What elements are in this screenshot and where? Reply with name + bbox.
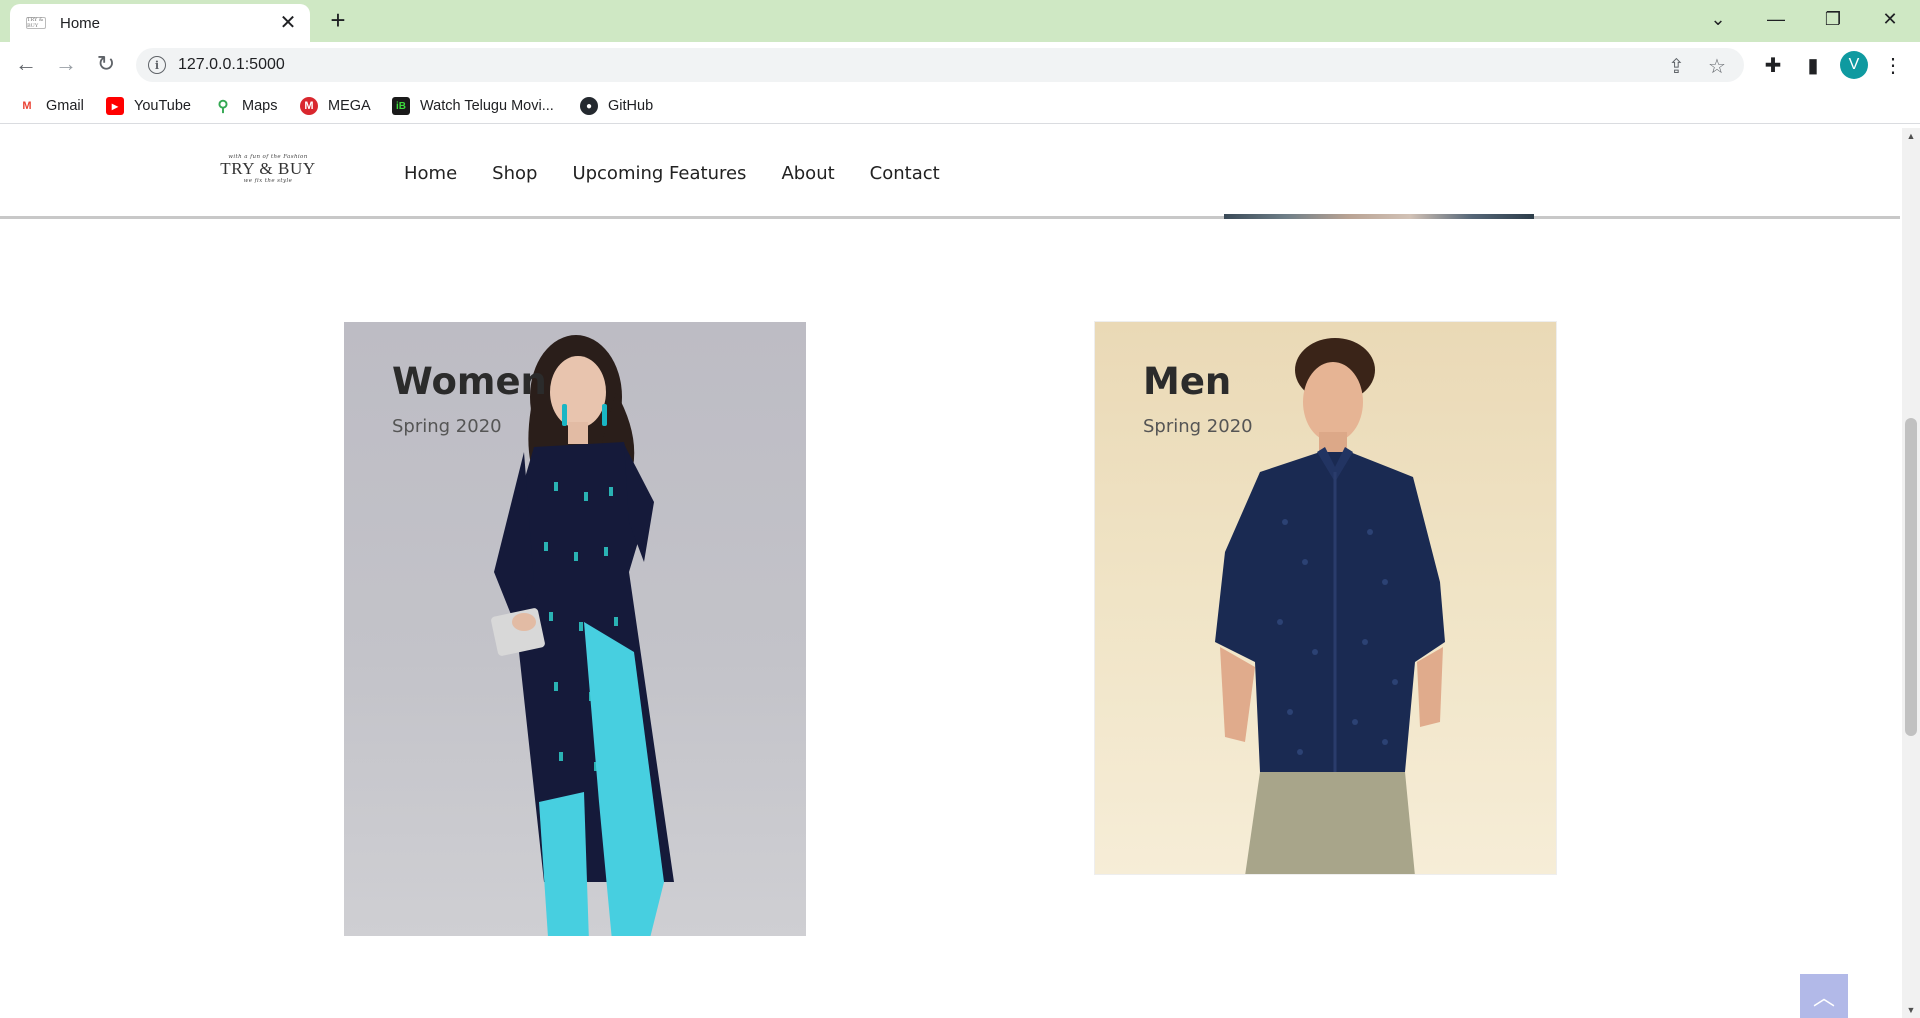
chevron-up-icon: ︿ <box>1812 985 1835 1010</box>
bookmark-label: MEGA <box>328 98 371 114</box>
scroll-up-arrow-icon[interactable]: ▲ <box>1902 128 1920 144</box>
site-info-icon[interactable]: i <box>148 56 166 74</box>
men-category-card[interactable]: Men Spring 2020 <box>1094 321 1557 875</box>
nav-upcoming-features[interactable]: Upcoming Features <box>572 158 746 190</box>
men-card-subtitle: Spring 2020 <box>1143 416 1253 437</box>
maps-icon: ⚲ <box>217 98 229 115</box>
reload-icon[interactable]: ↻ <box>90 48 122 80</box>
forward-arrow-icon[interactable]: → <box>50 48 82 80</box>
back-to-top-button[interactable]: ︿ <box>1800 974 1848 1018</box>
site-header: with a fun of the Fashion TRY & BUY we f… <box>0 128 1900 219</box>
tab-strip: TRY & BUY Home ✕ + ⌄ — ❐ ✕ <box>0 0 1920 42</box>
site-logo[interactable]: with a fun of the Fashion TRY & BUY we f… <box>218 154 318 194</box>
browser-tab[interactable]: TRY & BUY Home ✕ <box>10 4 310 42</box>
github-icon: ● <box>580 97 598 115</box>
scroll-down-arrow-icon[interactable]: ▼ <box>1902 1002 1920 1018</box>
bookmark-telugu-movies[interactable]: iB Watch Telugu Movi... <box>392 94 554 118</box>
new-tab-button[interactable]: + <box>324 7 352 35</box>
address-bar[interactable]: i 127.0.0.1:5000 ⇪ ☆ <box>136 48 1744 82</box>
side-panel-icon[interactable]: ▮ <box>1800 52 1826 78</box>
women-category-card[interactable]: Women Spring 2020 <box>344 322 806 936</box>
site-favicon-icon: TRY & BUY <box>26 17 46 29</box>
hero-image-edge <box>1224 214 1534 219</box>
bookmark-label: Maps <box>242 98 278 114</box>
bookmark-maps[interactable]: ⚲ Maps <box>214 94 278 118</box>
scrollbar-thumb[interactable] <box>1905 418 1917 736</box>
share-icon[interactable]: ⇪ <box>1668 54 1685 79</box>
browser-toolbar: ← → ↻ i 127.0.0.1:5000 ⇪ ☆ <box>0 42 1920 86</box>
bookmark-star-icon[interactable]: ☆ <box>1708 54 1726 79</box>
bookmark-label: YouTube <box>134 98 191 114</box>
women-model-image <box>491 335 674 936</box>
restore-button[interactable]: ❐ <box>1813 0 1853 38</box>
nav-shop[interactable]: Shop <box>492 158 537 190</box>
bookmark-github[interactable]: ● GitHub <box>580 94 653 118</box>
close-window-button[interactable]: ✕ <box>1870 0 1910 38</box>
bookmark-youtube[interactable]: ▶ YouTube <box>106 94 191 118</box>
address-url[interactable]: 127.0.0.1:5000 <box>178 56 285 74</box>
menu-kebab-icon[interactable]: ⋮ <box>1880 52 1906 78</box>
bookmark-label: Watch Telugu Movi... <box>420 98 554 114</box>
nav-contact[interactable]: Contact <box>870 158 940 190</box>
page-scrollbar[interactable]: ▲ ▼ <box>1902 128 1920 1018</box>
youtube-icon: ▶ <box>106 97 124 115</box>
men-model-image <box>1215 338 1445 874</box>
bookmark-gmail[interactable]: M Gmail <box>18 94 84 118</box>
back-arrow-icon[interactable]: ← <box>10 48 42 80</box>
bookmarks-bar: M Gmail ▶ YouTube ⚲ Maps M MEGA iB Watch… <box>0 88 1920 124</box>
logo-tagline-bottom: we fix the style <box>243 178 293 184</box>
tab-title: Home <box>60 14 101 32</box>
nav-about[interactable]: About <box>781 158 834 190</box>
men-card-title: Men <box>1143 360 1232 403</box>
ibomma-icon: iB <box>392 97 410 115</box>
minimize-button[interactable]: — <box>1756 0 1796 38</box>
bookmark-label: GitHub <box>608 98 654 114</box>
tab-search-chevron-icon[interactable]: ⌄ <box>1698 0 1738 38</box>
nav-home[interactable]: Home <box>404 158 457 190</box>
page-viewport: with a fun of the Fashion TRY & BUY we f… <box>0 128 1902 1018</box>
women-card-subtitle: Spring 2020 <box>392 416 502 437</box>
main-nav: Home Shop Upcoming Features About Contac… <box>404 158 975 190</box>
women-card-title: Women <box>392 360 547 403</box>
logo-wordmark: TRY & BUY <box>220 159 316 178</box>
bookmark-label: Gmail <box>46 98 84 114</box>
mega-icon: M <box>300 97 318 115</box>
bookmark-mega[interactable]: M MEGA <box>300 94 371 118</box>
close-tab-icon[interactable]: ✕ <box>278 13 298 33</box>
gmail-icon: M <box>22 100 32 112</box>
profile-avatar[interactable]: V <box>1840 51 1868 79</box>
extensions-puzzle-icon[interactable]: ✚ <box>1760 52 1786 78</box>
